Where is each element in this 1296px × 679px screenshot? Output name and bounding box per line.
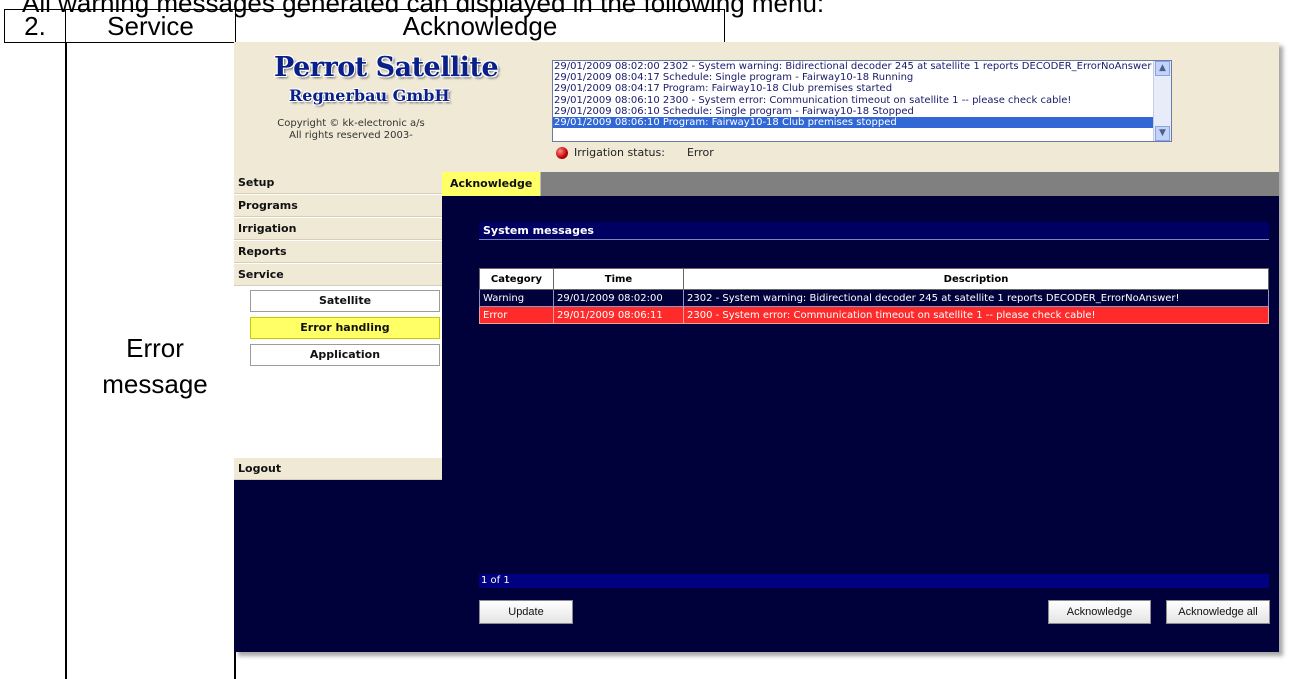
scroll-up-icon[interactable]: ▲	[1155, 61, 1170, 76]
table-left-border	[65, 42, 67, 679]
sidebar: Setup Programs Irrigation Reports Servic…	[234, 172, 442, 480]
scroll-down-icon[interactable]: ▼	[1155, 126, 1170, 141]
status-value: Error	[686, 146, 714, 159]
menu-logout[interactable]: Logout	[234, 458, 442, 480]
log-entry[interactable]: 29/01/2009 08:04:17 Program: Fairway10-1…	[553, 83, 1171, 94]
menu-reports[interactable]: Reports	[234, 241, 442, 263]
acknowledge-title: Acknowledge	[402, 10, 558, 41]
update-button[interactable]: Update	[479, 600, 573, 624]
col-time[interactable]: Time	[553, 268, 684, 290]
table-row-error[interactable]: Error 29/01/2009 08:06:11 2300 - System …	[479, 306, 1269, 324]
acknowledge-all-button[interactable]: Acknowledge all	[1166, 600, 1270, 624]
copyright-line1: Copyright © kk-electronic a/s	[277, 118, 425, 129]
col-description[interactable]: Description	[683, 268, 1269, 290]
logo-subtitle: Regnerbau GmbH	[289, 86, 450, 105]
event-log-list[interactable]: 29/01/2009 08:02:00 2302 - System warnin…	[552, 60, 1172, 142]
tab-acknowledge[interactable]: Acknowledge	[442, 172, 542, 196]
log-entry[interactable]: 29/01/2009 08:02:00 2302 - System warnin…	[553, 61, 1171, 72]
tab-bar: Acknowledge	[442, 172, 1279, 196]
menu-service[interactable]: Service	[234, 264, 442, 286]
row-label: Error message	[75, 330, 235, 402]
step-number: 2.	[24, 10, 46, 41]
col-category[interactable]: Category	[479, 268, 554, 290]
log-scrollbar[interactable]: ▲ ▼	[1153, 61, 1171, 141]
submenu-error-handling[interactable]: Error handling	[250, 317, 440, 339]
copyright-line2: All rights reserved 2003-	[289, 130, 413, 141]
service-cell: Service	[65, 9, 236, 43]
submenu-satellite[interactable]: Satellite	[250, 290, 440, 312]
status-label: Irrigation status:	[574, 146, 665, 159]
table-row[interactable]: Warning 29/01/2009 08:02:00 2302 - Syste…	[479, 289, 1269, 307]
table-header-row: Category Time Description	[479, 268, 1269, 290]
cell-category: Error	[479, 306, 554, 324]
row-label-line2: message	[102, 369, 208, 399]
cell-time: 29/01/2009 08:02:00	[553, 289, 684, 307]
cell-category: Warning	[479, 289, 554, 307]
app-screenshot: Perrot Satellite Regnerbau GmbH Copyrigh…	[234, 42, 1279, 652]
service-label: Service	[107, 10, 194, 41]
log-entry[interactable]: 29/01/2009 08:06:10 Schedule: Single pro…	[553, 106, 1171, 117]
acknowledge-title-cell: Acknowledge	[235, 9, 725, 43]
section-title: System messages	[479, 222, 1269, 240]
irrigation-status: Irrigation status: Error	[556, 146, 714, 159]
menu-irrigation[interactable]: Irrigation	[234, 218, 442, 240]
step-number-cell: 2.	[4, 9, 66, 43]
pager: 1 of 1	[479, 574, 1269, 588]
menu-programs[interactable]: Programs	[234, 195, 442, 217]
copyright: Copyright © kk-electronic a/s All rights…	[246, 118, 456, 142]
log-entry-selected[interactable]: 29/01/2009 08:06:10 Program: Fairway10-1…	[553, 117, 1171, 129]
log-entry[interactable]: 29/01/2009 08:06:10 2300 - System error:…	[553, 95, 1171, 106]
acknowledge-button[interactable]: Acknowledge	[1048, 600, 1151, 624]
status-indicator-icon	[556, 146, 568, 159]
main-content: System messages Category Time Descriptio…	[442, 196, 1279, 652]
cell-time: 29/01/2009 08:06:11	[553, 306, 684, 324]
row-label-line1: Error	[126, 333, 184, 363]
menu-setup[interactable]: Setup	[234, 172, 442, 194]
app-header: Perrot Satellite Regnerbau GmbH Copyrigh…	[234, 42, 1279, 172]
cell-description: 2302 - System warning: Bidirectional dec…	[683, 289, 1269, 307]
logo-title: Perrot Satellite	[274, 52, 499, 83]
log-entry[interactable]: 29/01/2009 08:04:17 Schedule: Single pro…	[553, 72, 1171, 83]
cell-description: 2300 - System error: Communication timeo…	[683, 306, 1269, 324]
messages-table: Category Time Description Warning 29/01/…	[479, 268, 1269, 324]
submenu-application[interactable]: Application	[250, 344, 440, 366]
